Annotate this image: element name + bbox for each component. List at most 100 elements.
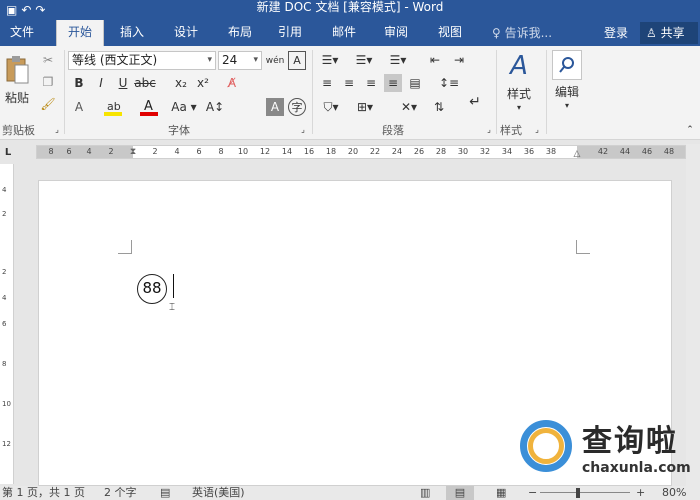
group-separator <box>496 50 497 134</box>
ribbon-tab-bar: 文件 开始 插入 设计 布局 引用 邮件 审阅 视图 <box>0 20 700 46</box>
right-indent-marker-icon[interactable]: △ <box>571 149 583 159</box>
styles-icon[interactable]: A <box>504 50 534 82</box>
margin-corner-mark <box>576 240 590 254</box>
ruler-tick: 42 <box>597 147 609 156</box>
tab-insert[interactable]: 插入 <box>110 20 154 46</box>
paste-label[interactable]: 粘贴 <box>2 90 32 105</box>
dialog-launcher-icon[interactable]: ⌟ <box>484 124 494 134</box>
font-color-icon[interactable]: A <box>138 98 160 116</box>
justify-icon[interactable]: ≡ <box>384 74 402 92</box>
font-size-combo[interactable]: 24 ▾ <box>218 51 262 70</box>
tab-references[interactable]: 引用 <box>268 20 312 46</box>
text-effects-icon[interactable]: A <box>70 98 88 116</box>
zoom-level[interactable]: 80% <box>662 486 686 500</box>
tab-layout[interactable]: 布局 <box>218 20 262 46</box>
svg-text:ab: ab <box>107 100 121 113</box>
ruler-tick: 38 <box>545 147 557 156</box>
cut-icon[interactable]: ✂ <box>40 52 56 68</box>
format-painter-icon[interactable]: 🖌 <box>40 96 56 112</box>
proofing-icon[interactable]: ▤ <box>160 486 170 500</box>
dialog-launcher-icon[interactable]: ⌟ <box>52 124 62 134</box>
styles-group-label: 样式 <box>500 124 522 137</box>
align-right-icon[interactable]: ≡ <box>362 74 380 92</box>
highlight-color-icon[interactable]: ab <box>102 98 124 116</box>
enclose-characters-icon[interactable]: 字 <box>288 98 306 116</box>
ruler-tick: 4 <box>86 147 92 156</box>
align-left-icon[interactable]: ≡ <box>318 74 336 92</box>
lightbulb-icon: ♀ <box>492 26 505 40</box>
numbering-icon[interactable]: ☰▾ <box>352 51 376 69</box>
zoom-slider-thumb[interactable] <box>576 488 580 498</box>
bullets-icon[interactable]: ☰▾ <box>318 51 342 69</box>
shading-icon[interactable]: ⛉▾ <box>318 98 344 116</box>
character-shading-icon[interactable]: A <box>266 98 284 116</box>
sort-icon[interactable]: ⇅ <box>430 98 448 116</box>
increase-indent-icon[interactable]: ⇥ <box>450 51 468 69</box>
styles-label[interactable]: 样式 <box>500 86 538 101</box>
distributed-icon[interactable]: ▤ <box>406 74 424 92</box>
decrease-indent-icon[interactable]: ⇤ <box>426 51 444 69</box>
multilevel-list-icon[interactable]: ☰▾ <box>386 51 410 69</box>
tab-file[interactable]: 文件 <box>0 20 44 46</box>
subscript-icon[interactable]: x₂ <box>172 74 190 92</box>
share-button[interactable]: ♙ 共享 <box>640 22 698 44</box>
chinese-layout-icon[interactable]: ✕▾ <box>396 98 422 116</box>
dialog-launcher-icon[interactable]: ⌟ <box>532 124 542 134</box>
zoom-out-icon[interactable]: − <box>528 486 537 500</box>
group-separator <box>312 50 313 134</box>
bold-icon[interactable]: B <box>70 74 88 92</box>
grow-shrink-icon[interactable]: A↕ <box>206 98 224 116</box>
show-marks-icon[interactable]: ↵ <box>466 90 484 114</box>
paragraph-group-label: 段落 <box>382 124 404 137</box>
collapse-ribbon-icon[interactable]: ⌃ <box>684 124 696 136</box>
tab-review[interactable]: 审阅 <box>374 20 418 46</box>
ribbon: 粘贴 ✂ ❐ 🖌 剪贴板 ⌟ 等线 (西文正文) ▾ 24 ▾ wén A B I … <box>0 46 700 140</box>
page-count[interactable]: 第 1 页，共 1 页 <box>2 486 85 500</box>
group-separator <box>64 50 65 134</box>
read-mode-icon[interactable]: ▥ <box>420 486 430 500</box>
change-case-icon[interactable]: Aa ▾ <box>170 98 198 116</box>
vertical-ruler[interactable]: 4 2 2 4 6 8 10 12 <box>0 164 14 484</box>
indent-marker-icon[interactable]: ⧗ <box>127 144 139 160</box>
zoom-slider-track[interactable] <box>540 492 630 493</box>
watermark-url: chaxunla.com <box>582 460 691 476</box>
print-layout-icon[interactable]: ▤ <box>446 486 474 500</box>
language-indicator[interactable]: 英语(美国) <box>192 486 245 500</box>
tab-view[interactable]: 视图 <box>428 20 472 46</box>
ruler-tick: 2 <box>108 147 114 156</box>
tab-design[interactable]: 设计 <box>164 20 208 46</box>
ruler-tick: 30 <box>457 147 469 156</box>
tell-me-search[interactable]: ♀ 告诉我... <box>492 20 552 46</box>
tab-home[interactable]: 开始 <box>56 20 104 46</box>
enclosed-character[interactable]: 88 <box>137 274 167 304</box>
superscript-icon[interactable]: x² <box>194 74 212 92</box>
dialog-launcher-icon[interactable]: ⌟ <box>298 124 308 134</box>
web-layout-icon[interactable]: ▦ <box>496 486 506 500</box>
chevron-down-icon[interactable]: ▾ <box>560 100 574 110</box>
font-name-combo[interactable]: 等线 (西文正文) ▾ <box>68 51 216 70</box>
underline-icon[interactable]: U <box>114 74 132 92</box>
login-link[interactable]: 登录 <box>604 20 628 46</box>
borders-icon[interactable]: ⊞▾ <box>352 98 378 116</box>
svg-text:A: A <box>144 99 153 114</box>
tab-mailings[interactable]: 邮件 <box>322 20 366 46</box>
ruler-tick: 24 <box>391 147 403 156</box>
chevron-down-icon[interactable]: ▾ <box>512 102 526 112</box>
clear-formatting-icon[interactable]: A̸ <box>222 74 242 92</box>
editing-label[interactable]: 编辑 <box>548 84 586 99</box>
ruler-tick: 8 <box>218 147 224 156</box>
strikethrough-icon[interactable]: abc <box>134 74 156 92</box>
character-border-icon[interactable]: A <box>288 51 306 70</box>
tab-stop-icon[interactable]: L <box>2 146 14 158</box>
horizontal-ruler[interactable]: L 8 6 4 2 2 4 6 8 10 12 14 16 18 20 22 2… <box>0 144 700 160</box>
italic-icon[interactable]: I <box>92 74 110 92</box>
word-count[interactable]: 2 个字 <box>104 486 137 500</box>
search-icon[interactable] <box>552 50 582 80</box>
zoom-in-icon[interactable]: + <box>636 486 645 500</box>
copy-icon[interactable]: ❐ <box>40 74 56 90</box>
align-center-icon[interactable]: ≡ <box>340 74 358 92</box>
ruler-tick: 36 <box>523 147 535 156</box>
phonetic-guide-icon[interactable]: wén <box>266 51 285 70</box>
line-spacing-icon[interactable]: ↕≡ <box>436 74 462 92</box>
paste-icon[interactable] <box>2 52 32 88</box>
